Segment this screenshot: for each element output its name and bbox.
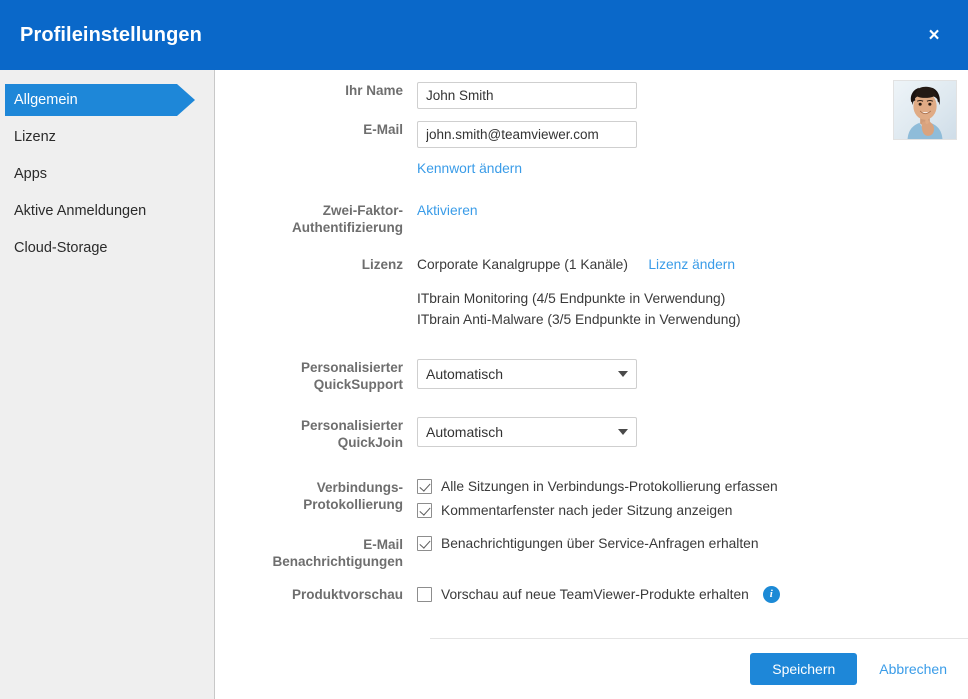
checkbox-row-service-requests: Benachrichtigungen über Service-Anfragen…: [417, 536, 968, 551]
checkbox-product-preview[interactable]: [417, 587, 432, 602]
settings-form: Ihr Name E-Mail: [215, 70, 968, 603]
profile-settings-dialog: Profileinstellungen × Allgemein Lizenz A…: [0, 0, 968, 699]
quickjoin-label: Personalisierter QuickJoin: [215, 417, 403, 451]
connection-log-label-line2: Protokollierung: [303, 497, 403, 512]
change-password-wrap: Kennwort ändern: [403, 160, 968, 178]
email-field-wrap: [403, 121, 968, 148]
avatar[interactable]: [893, 80, 957, 140]
two-factor-field-wrap: Aktivieren: [403, 202, 968, 220]
license-detail-wrap-2: ITbrain Anti-Malware (3/5 Endpunkte in V…: [403, 311, 968, 329]
quicksupport-select-value[interactable]: Automatisch: [417, 359, 637, 389]
license-detail-monitoring: ITbrain Monitoring (4/5 Endpunkte in Ver…: [417, 291, 726, 306]
license-detail-antimalware: ITbrain Anti-Malware (3/5 Endpunkte in V…: [417, 312, 741, 327]
email-notifications-label: E-Mail Benachrichtigungen: [215, 536, 403, 570]
license-label: Lizenz: [361, 257, 403, 272]
checkbox-label-show-comment-window: Kommentarfenster nach jeder Sitzung anze…: [441, 503, 733, 518]
product-preview-label: Produktvorschau: [291, 587, 403, 602]
field-row-quickjoin: Personalisierter QuickJoin Automatisch: [215, 417, 968, 451]
field-row-connection-log: Verbindungs- Protokollierung Alle Sitzun…: [215, 479, 968, 527]
sidebar-item-label: Aktive Anmeldungen: [14, 203, 147, 219]
field-row-two-factor: Zwei-Faktor- Authentifizierung Aktiviere…: [215, 202, 968, 236]
connection-log-field-wrap: Alle Sitzungen in Verbindungs-Protokolli…: [403, 479, 968, 527]
two-factor-label-line2: Authentifizierung: [292, 220, 403, 235]
email-input[interactable]: [417, 121, 637, 148]
license-detail-wrap-1: ITbrain Monitoring (4/5 Endpunkte in Ver…: [403, 290, 968, 308]
checkbox-label-product-preview: Vorschau auf neue TeamViewer-Produkte er…: [441, 587, 749, 602]
checkbox-show-comment-window[interactable]: [417, 503, 432, 518]
sidebar-item-label: Allgemein: [14, 92, 78, 108]
field-row-product-preview: Produktvorschau Vorschau auf neue TeamVi…: [215, 586, 968, 603]
checkbox-log-all-sessions[interactable]: [417, 479, 432, 494]
sidebar: Allgemein Lizenz Apps Aktive Anmeldungen…: [0, 70, 215, 699]
field-row-name: Ihr Name: [215, 82, 968, 109]
product-preview-field-wrap: Vorschau auf neue TeamViewer-Produkte er…: [403, 586, 968, 603]
checkbox-row-product-preview: Vorschau auf neue TeamViewer-Produkte er…: [417, 586, 968, 603]
sidebar-item-allgemein[interactable]: Allgemein: [0, 84, 214, 116]
license-field-wrap: Corporate Kanalgruppe (1 Kanäle) Lizenz …: [403, 256, 968, 274]
license-value: Corporate Kanalgruppe (1 Kanäle): [417, 257, 628, 272]
quickjoin-field-wrap: Automatisch: [403, 417, 968, 447]
connection-log-label: Verbindungs- Protokollierung: [215, 479, 403, 513]
two-factor-label: Zwei-Faktor- Authentifizierung: [215, 202, 403, 236]
quickjoin-label-line1: Personalisierter: [300, 418, 403, 433]
save-button[interactable]: Speichern: [750, 653, 858, 685]
field-row-license: Lizenz Corporate Kanalgruppe (1 Kanäle) …: [215, 256, 968, 274]
sidebar-item-aktive-anmeldungen[interactable]: Aktive Anmeldungen: [0, 195, 214, 227]
close-icon[interactable]: ×: [920, 21, 948, 49]
sidebar-item-cloud-storage[interactable]: Cloud-Storage: [0, 232, 214, 264]
checkbox-row-log-all-sessions: Alle Sitzungen in Verbindungs-Protokolli…: [417, 479, 968, 494]
field-row-quicksupport: Personalisierter QuickSupport Automatisc…: [215, 359, 968, 393]
change-password-link[interactable]: Kennwort ändern: [417, 161, 522, 176]
quickjoin-select[interactable]: Automatisch: [417, 417, 637, 447]
quicksupport-label-line1: Personalisierter: [300, 360, 403, 375]
quickjoin-label-line2: QuickJoin: [337, 435, 403, 450]
quicksupport-label: Personalisierter QuickSupport: [215, 359, 403, 393]
name-input[interactable]: [417, 82, 637, 109]
change-license-link[interactable]: Lizenz ändern: [648, 257, 735, 272]
email-notifications-field-wrap: Benachrichtigungen über Service-Anfragen…: [403, 536, 968, 560]
field-row-change-password: Kennwort ändern: [215, 160, 968, 178]
dialog-footer: Speichern Abbrechen: [430, 638, 968, 699]
two-factor-label-line1: Zwei-Faktor-: [322, 203, 403, 218]
sidebar-item-label: Apps: [14, 166, 48, 182]
activate-two-factor-link[interactable]: Aktivieren: [417, 203, 478, 218]
checkbox-label-log-all-sessions: Alle Sitzungen in Verbindungs-Protokolli…: [441, 479, 778, 494]
sidebar-item-apps[interactable]: Apps: [0, 158, 214, 190]
quickjoin-select-value[interactable]: Automatisch: [417, 417, 637, 447]
field-row-license-detail-2: ITbrain Anti-Malware (3/5 Endpunkte in V…: [215, 311, 968, 329]
dialog-titlebar: Profileinstellungen ×: [0, 0, 968, 70]
sidebar-item-label: Cloud-Storage: [14, 240, 108, 256]
sidebar-item-lizenz[interactable]: Lizenz: [0, 121, 214, 153]
checkbox-service-request-notifications[interactable]: [417, 536, 432, 551]
dialog-title: Profileinstellungen: [20, 23, 202, 46]
quicksupport-field-wrap: Automatisch: [403, 359, 968, 389]
quicksupport-select[interactable]: Automatisch: [417, 359, 637, 389]
checkbox-row-show-comment-window: Kommentarfenster nach jeder Sitzung anze…: [417, 503, 968, 518]
connection-log-label-line1: Verbindungs-: [316, 480, 403, 495]
email-notifications-label-line1: E-Mail: [363, 537, 403, 552]
sidebar-item-label: Lizenz: [14, 129, 56, 145]
dialog-body: Allgemein Lizenz Apps Aktive Anmeldungen…: [0, 70, 968, 699]
email-notifications-label-line2: Benachrichtigungen: [272, 554, 403, 569]
field-row-email-notifications: E-Mail Benachrichtigungen Benachrichtigu…: [215, 536, 968, 570]
field-row-email: E-Mail: [215, 121, 968, 148]
email-label: E-Mail: [363, 122, 403, 137]
info-icon[interactable]: i: [762, 586, 780, 603]
cancel-button[interactable]: Abbrechen: [879, 661, 947, 677]
name-field-wrap: [403, 82, 968, 109]
settings-content: Ihr Name E-Mail: [215, 70, 968, 699]
quicksupport-label-line2: QuickSupport: [313, 377, 403, 392]
field-row-license-detail-1: ITbrain Monitoring (4/5 Endpunkte in Ver…: [215, 290, 968, 308]
name-label: Ihr Name: [345, 83, 403, 98]
checkbox-label-service-request-notifications: Benachrichtigungen über Service-Anfragen…: [441, 536, 759, 551]
